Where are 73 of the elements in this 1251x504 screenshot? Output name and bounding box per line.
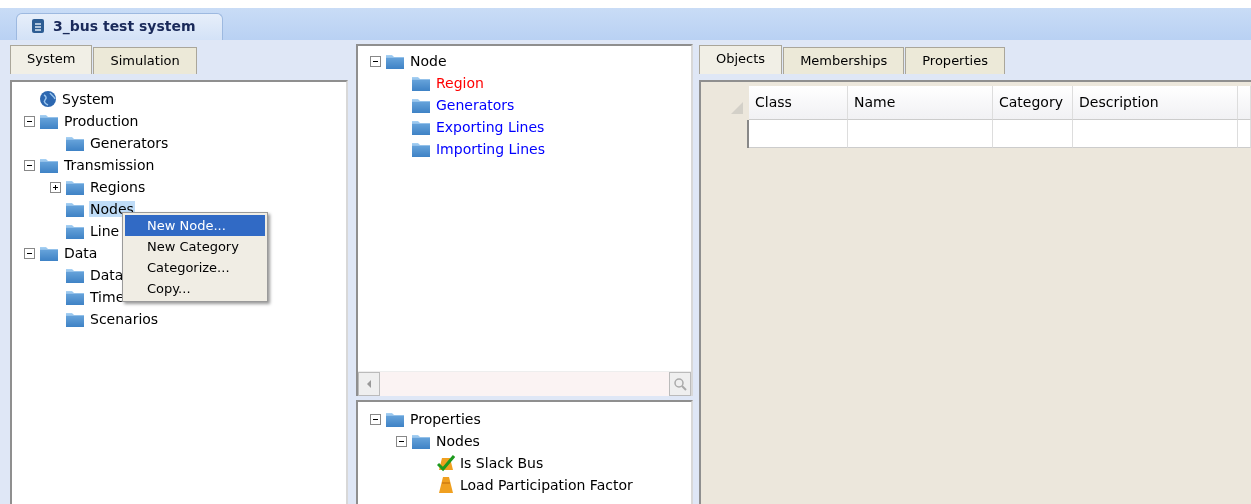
folder-icon [65, 200, 85, 218]
collapse-toggle[interactable] [370, 55, 381, 67]
folder-icon [65, 178, 85, 196]
folder-icon [385, 410, 405, 428]
corner-icon [731, 102, 743, 114]
folder-icon [39, 244, 59, 262]
scroll-left-button[interactable] [358, 372, 380, 396]
folder-icon [65, 310, 85, 328]
folder-icon [65, 222, 85, 240]
folder-icon [411, 118, 431, 136]
folder-icon [411, 96, 431, 114]
tree-item[interactable]: Transmission [63, 157, 156, 173]
tab[interactable]: Properties [905, 47, 1005, 74]
tree-item[interactable]: Data [89, 267, 125, 283]
folder-icon [65, 266, 85, 284]
tree-item[interactable]: Region [435, 75, 485, 91]
tab[interactable]: Simulation [93, 47, 197, 74]
menu-item[interactable]: Categorize... [125, 257, 265, 278]
folder-icon [411, 432, 431, 450]
folder-icon [411, 74, 431, 92]
column-header[interactable]: Name [848, 86, 993, 120]
table-cell[interactable] [848, 120, 993, 148]
tree-item[interactable]: Importing Lines [435, 141, 547, 157]
collapse-toggle[interactable] [24, 247, 35, 259]
tree-item[interactable]: Is Slack Bus [459, 455, 545, 471]
left-arrow-icon [365, 379, 373, 389]
expand-toggle[interactable] [50, 181, 61, 193]
collapse-toggle[interactable] [24, 115, 35, 127]
collapse-toggle[interactable] [370, 413, 381, 425]
menu-item[interactable]: Copy... [125, 278, 265, 299]
column-header [1238, 86, 1251, 120]
tree-item[interactable]: System [61, 91, 116, 107]
tree-item[interactable]: Properties [409, 411, 482, 427]
column-header[interactable]: Class [749, 86, 848, 120]
table-cell[interactable] [749, 120, 848, 148]
scrollbar[interactable] [358, 371, 691, 396]
tree-item[interactable]: Generators [435, 97, 516, 113]
tree-item[interactable]: Generators [89, 135, 170, 151]
search-icon [673, 377, 687, 391]
collapse-toggle[interactable] [24, 159, 35, 171]
column-header[interactable]: Category [993, 86, 1073, 120]
tree-item[interactable]: Regions [89, 179, 147, 195]
collapse-toggle[interactable] [396, 435, 407, 447]
table-cell[interactable] [1238, 120, 1251, 148]
folder-icon [411, 140, 431, 158]
folder-icon [65, 134, 85, 152]
document-tab[interactable]: 3_bus test system [16, 13, 223, 40]
globe-icon [39, 90, 57, 108]
tree-item[interactable]: Time [89, 289, 126, 305]
tree-item[interactable]: Exporting Lines [435, 119, 546, 135]
table-cell[interactable] [993, 120, 1073, 148]
menu-item[interactable]: New Node... [125, 215, 265, 236]
tree-item[interactable]: Data [63, 245, 99, 261]
document-icon [31, 18, 45, 34]
search-button[interactable] [669, 372, 691, 396]
table-cell[interactable] [1073, 120, 1238, 148]
tab[interactable]: Memberships [783, 47, 905, 74]
tree-item[interactable]: Scenarios [89, 311, 160, 327]
column-header[interactable]: Description [1073, 86, 1238, 120]
tree-item[interactable]: Node [409, 53, 448, 69]
check-icon [437, 454, 455, 472]
tree-item[interactable]: Production [63, 113, 140, 129]
menu-item[interactable]: New Category [125, 236, 265, 257]
folder-icon [39, 156, 59, 174]
tree-item[interactable]: Line [89, 223, 121, 239]
folder-icon [39, 112, 59, 130]
tree-item[interactable]: Load Participation Factor [459, 477, 634, 493]
folder-icon [385, 52, 405, 70]
tab[interactable]: Objects [699, 45, 783, 74]
tree-item[interactable]: Nodes [435, 433, 481, 449]
cone-icon [437, 476, 455, 494]
tab[interactable]: System [10, 45, 93, 74]
folder-icon [65, 288, 85, 306]
